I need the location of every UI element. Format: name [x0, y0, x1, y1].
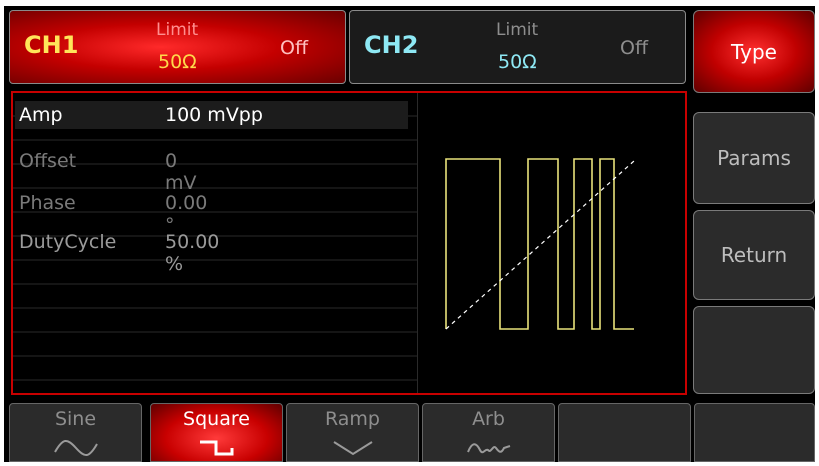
blank-softkey[interactable]: [693, 306, 815, 394]
type-softkey-label: Type: [731, 39, 777, 64]
ch2-status-button[interactable]: CH2 Limit 50Ω Off: [349, 10, 686, 84]
square-waveform-trace: [445, 158, 634, 330]
param-label: Phase: [19, 192, 76, 214]
tab-square[interactable]: Square: [150, 403, 283, 462]
ch2-impedance: 50Ω: [498, 51, 537, 73]
tab-label: Square: [183, 408, 250, 430]
ch2-limit-label: Limit: [496, 20, 539, 40]
main-display: Amp 100 mVpp Offset 0 mV Phase 0.00 ° Du…: [11, 91, 687, 395]
params-softkey-label: Params: [717, 146, 791, 170]
screen: CH1 Limit 50Ω Off CH2 Limit 50Ω Off Type…: [0, 0, 819, 466]
ch1-limit-label: Limit: [156, 20, 199, 40]
ramp-reference-line: [445, 160, 635, 330]
return-softkey[interactable]: Return: [693, 210, 815, 300]
square-wave-icon: [199, 440, 233, 456]
params-softkey[interactable]: Params: [693, 112, 815, 204]
param-value: 100 mVpp: [165, 104, 263, 126]
tab-label: Sine: [54, 408, 97, 430]
param-value: 50.00 %: [165, 231, 220, 275]
waveform-preview: [445, 158, 635, 330]
param-value: 0 mV: [165, 150, 197, 194]
param-label: Offset: [19, 150, 77, 172]
ch1-impedance: 50Ω: [158, 51, 197, 73]
param-label: Amp: [19, 104, 63, 126]
ch2-label: CH2: [364, 31, 419, 59]
type-softkey[interactable]: Type: [693, 10, 815, 93]
param-row-amp[interactable]: Amp 100 mVpp: [15, 101, 408, 129]
tab-arb[interactable]: Arb: [422, 403, 555, 462]
tab-label: Ramp: [325, 408, 380, 430]
tab-empty-1[interactable]: [558, 403, 691, 462]
tab-ramp[interactable]: Ramp: [286, 403, 419, 462]
ramp-wave-icon: [332, 441, 373, 456]
ch1-label: CH1: [24, 31, 79, 59]
param-value: 0.00 °: [165, 192, 208, 236]
tab-empty-2[interactable]: [694, 403, 815, 462]
return-softkey-label: Return: [720, 243, 788, 267]
parameter-list: Amp 100 mVpp Offset 0 mV Phase 0.00 ° Du…: [13, 93, 417, 393]
arb-wave-icon: [466, 443, 510, 454]
tab-label: Arb: [472, 408, 505, 430]
sine-wave-icon: [53, 440, 98, 456]
tab-sine[interactable]: Sine: [9, 403, 142, 462]
ch1-output-state: Off: [280, 37, 309, 59]
ch1-status-button[interactable]: CH1 Limit 50Ω Off: [9, 10, 346, 84]
ch2-output-state: Off: [620, 37, 649, 59]
param-label: DutyCycle: [19, 231, 117, 253]
